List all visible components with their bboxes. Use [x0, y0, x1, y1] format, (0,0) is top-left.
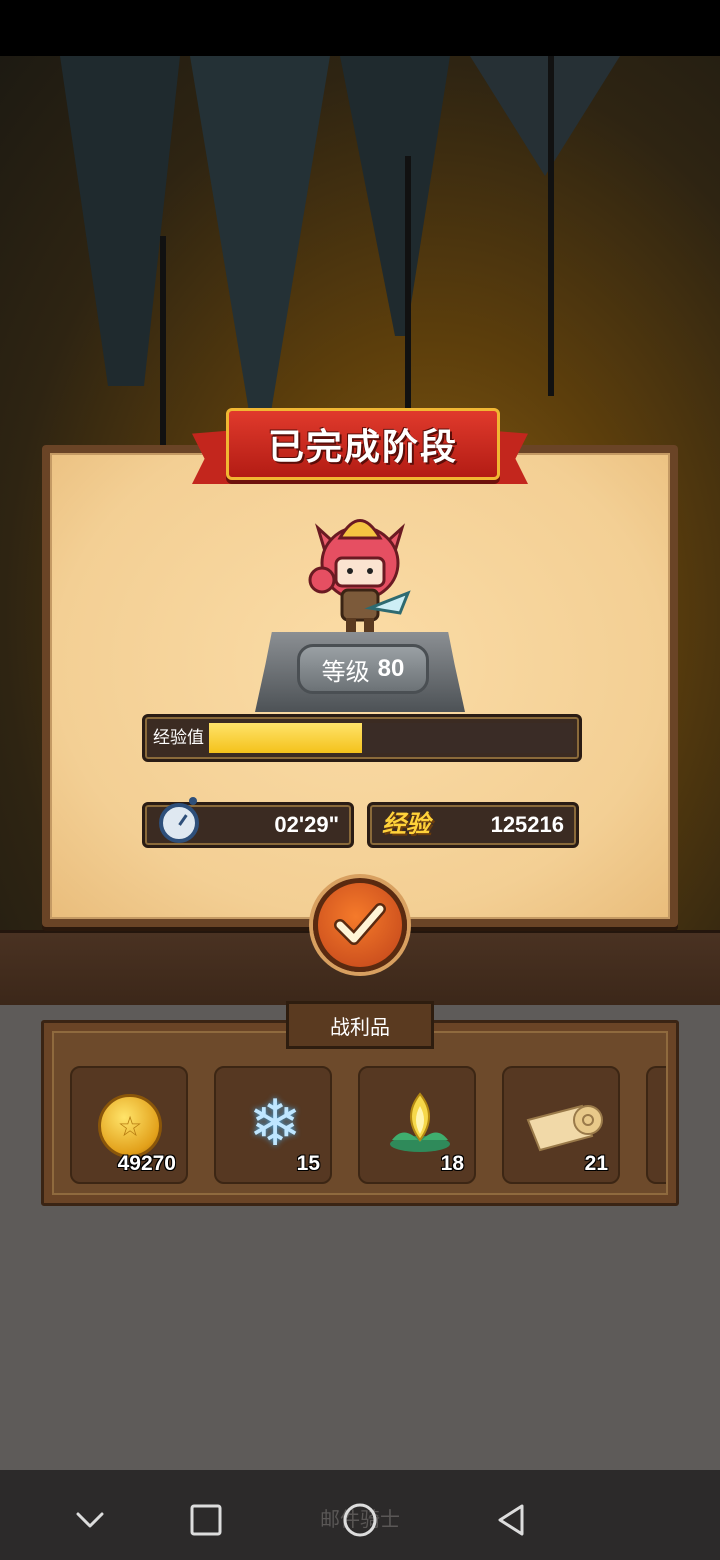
snowflake-icon: ❄: [248, 1086, 302, 1159]
scroll-icon: [526, 1104, 603, 1152]
chevron-down-icon[interactable]: [68, 1498, 112, 1542]
exp-tag: 经验: [382, 811, 430, 838]
experience-label: 经验值: [153, 728, 204, 747]
title-ribbon: 已完成阶段: [226, 408, 500, 480]
back-triangle-icon[interactable]: [490, 1498, 534, 1542]
dialog-title: 已完成阶段: [267, 426, 458, 467]
experience-track: [209, 723, 573, 753]
lotus-icon: [390, 1092, 450, 1152]
level-plate: 等级 80: [297, 644, 429, 694]
loot-count: 21: [584, 1152, 608, 1175]
confirm-button[interactable]: [313, 878, 407, 972]
experience-fill: [209, 723, 362, 753]
square-icon[interactable]: [184, 1498, 228, 1542]
loot-item-snowflake[interactable]: ❄ 15: [214, 1066, 332, 1184]
system-nav-bar: 邮件骑士: [0, 1480, 720, 1560]
loot-count: 15: [296, 1152, 320, 1175]
exp-gained-value: 125216: [490, 812, 564, 837]
experience-bar: 经验值: [142, 714, 582, 762]
loot-title: 战利品: [286, 1001, 434, 1049]
loot-count: 49270: [117, 1152, 176, 1175]
level-value: 80: [377, 655, 405, 682]
time-pill: 02'29": [142, 797, 354, 848]
loot-item-partial[interactable]: [646, 1066, 666, 1184]
level-label: 等级: [321, 658, 370, 686]
loot-count: 18: [440, 1152, 464, 1175]
loot-item-scroll[interactable]: 21: [502, 1066, 620, 1184]
hero-character: [308, 519, 411, 634]
clear-time: 02'29": [274, 812, 339, 837]
loot-item-gold[interactable]: 49270: [70, 1066, 188, 1184]
check-icon: [334, 903, 386, 945]
status-bar: [0, 0, 720, 56]
circle-icon[interactable]: [338, 1498, 382, 1542]
stopwatch-icon: [159, 797, 199, 843]
loot-item-lotus[interactable]: 18: [358, 1066, 476, 1184]
gold-coin-icon: [98, 1094, 162, 1158]
exp-gained-pill: 经验 125216: [367, 802, 579, 848]
